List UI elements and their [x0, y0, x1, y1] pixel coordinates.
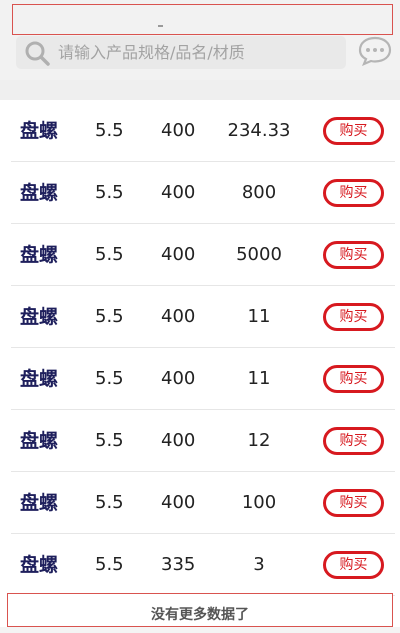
no-more-data-text: 没有更多数据了: [151, 607, 249, 623]
product-quantity: 11: [247, 306, 271, 327]
product-quantity: 11: [247, 368, 271, 389]
product-spec: 5.5: [95, 306, 124, 327]
header-divider: [0, 80, 400, 100]
buy-button[interactable]: 购买: [323, 117, 384, 145]
top-header: [0, 0, 400, 100]
table-row: 盘螺 5.5 400 234.33 购买: [11, 100, 395, 162]
product-quantity: 100: [241, 492, 277, 513]
product-name: 盘螺: [20, 244, 59, 266]
product-name: 盘螺: [20, 182, 59, 204]
bottom-nav-strip: [0, 627, 400, 633]
table-row: 盘螺 5.5 400 11 购买: [11, 286, 395, 348]
table-row: 盘螺 5.5 400 800 购买: [11, 162, 395, 224]
chat-bubble-icon[interactable]: [358, 36, 392, 66]
product-spec: 5.5: [95, 492, 124, 513]
product-name: 盘螺: [20, 492, 59, 514]
top-highlight-box: [12, 4, 393, 35]
buy-button[interactable]: 购买: [323, 427, 384, 455]
product-quantity: 12: [247, 430, 271, 451]
product-name: 盘螺: [20, 120, 59, 142]
load-more-footer: 没有更多数据了: [7, 593, 393, 627]
product-name: 盘螺: [20, 554, 59, 576]
buy-button[interactable]: 购买: [323, 179, 384, 207]
product-length: 335: [161, 554, 196, 575]
table-row: 盘螺 5.5 400 11 购买: [11, 348, 395, 410]
product-length: 400: [161, 430, 196, 451]
product-quantity: 800: [241, 182, 277, 203]
product-name: 盘螺: [20, 430, 59, 452]
product-name: 盘螺: [20, 368, 59, 390]
buy-button[interactable]: 购买: [323, 551, 384, 579]
product-length: 400: [161, 120, 196, 141]
search-input[interactable]: [58, 36, 338, 69]
indicator-dot: [158, 25, 163, 27]
product-quantity: 3: [253, 554, 265, 575]
table-row: 盘螺 5.5 400 100 购买: [11, 472, 395, 534]
table-row: 盘螺 5.5 335 3 购买: [11, 534, 395, 596]
table-row: 盘螺 5.5 400 12 购买: [11, 410, 395, 472]
product-spec: 5.5: [95, 244, 124, 265]
product-list: 盘螺 5.5 400 234.33 购买 盘螺 5.5 400 800 购买 盘…: [0, 100, 400, 596]
product-name: 盘螺: [20, 306, 59, 328]
product-spec: 5.5: [95, 554, 124, 575]
product-spec: 5.5: [95, 430, 124, 451]
buy-button[interactable]: 购买: [323, 241, 384, 269]
table-row: 盘螺 5.5 400 5000 购买: [11, 224, 395, 286]
product-length: 400: [161, 306, 196, 327]
buy-button[interactable]: 购买: [323, 489, 384, 517]
product-spec: 5.5: [95, 120, 124, 141]
search-icon[interactable]: [24, 40, 50, 66]
product-quantity: 5000: [236, 244, 282, 265]
product-length: 400: [161, 182, 196, 203]
search-bar[interactable]: [16, 36, 346, 69]
product-spec: 5.5: [95, 368, 124, 389]
product-length: 400: [161, 492, 196, 513]
buy-button[interactable]: 购买: [323, 303, 384, 331]
product-length: 400: [161, 368, 196, 389]
product-length: 400: [161, 244, 196, 265]
buy-button[interactable]: 购买: [323, 365, 384, 393]
product-spec: 5.5: [95, 182, 124, 203]
product-quantity: 234.33: [227, 120, 291, 141]
